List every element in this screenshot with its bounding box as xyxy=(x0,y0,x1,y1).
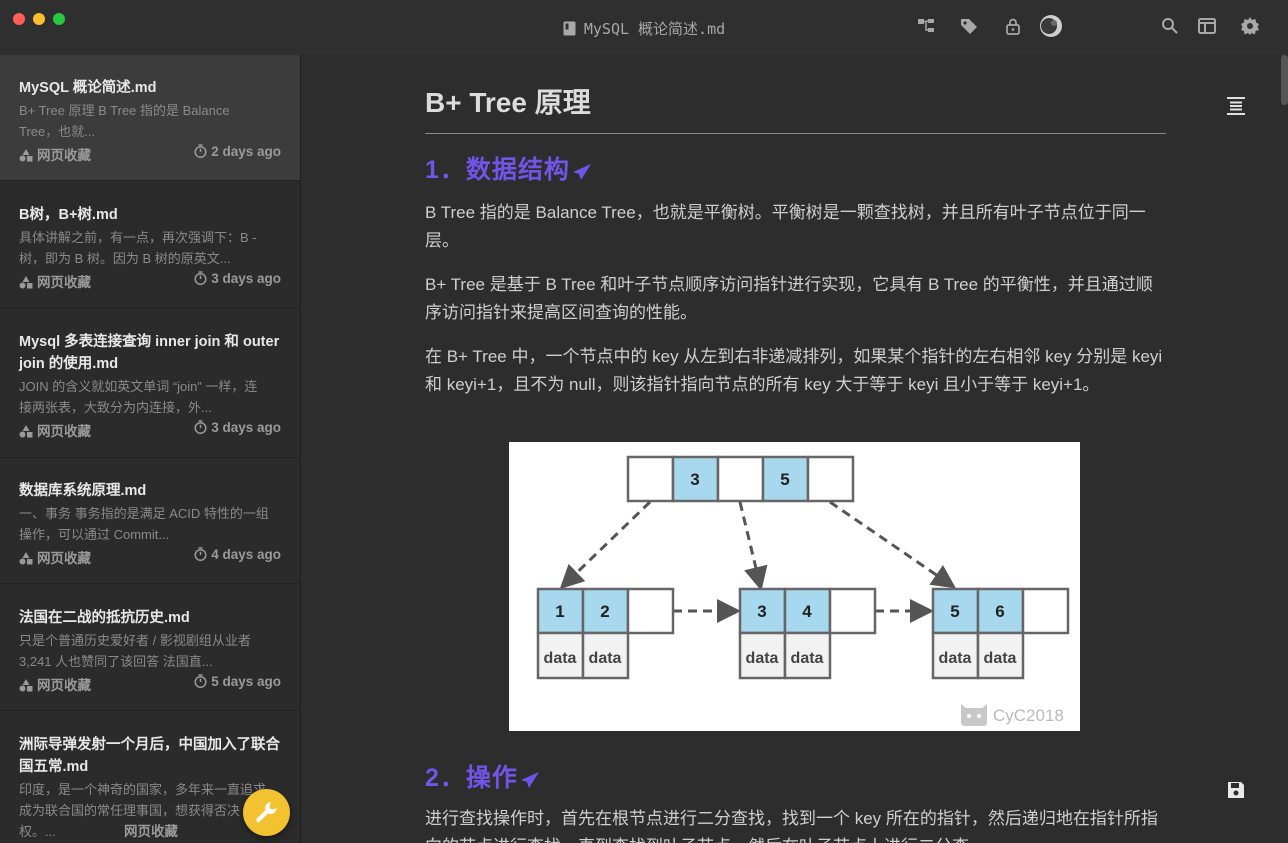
doc-heading: B+ Tree 原理 xyxy=(425,81,1166,134)
bplus-tree-svg: 3 5 1 2 3 4 5 6 data data data data data… xyxy=(536,455,1070,726)
leaf-key: 3 xyxy=(757,602,766,621)
shapes-icon xyxy=(19,552,33,565)
tools-button[interactable] xyxy=(243,789,290,836)
pointer-arrow xyxy=(559,500,652,590)
save-icon[interactable] xyxy=(1226,780,1246,800)
stopwatch-icon xyxy=(194,547,207,562)
note-tag: 网页收藏 xyxy=(19,547,91,567)
bplus-tree-diagram: 3 5 1 2 3 4 5 6 data data data data data… xyxy=(509,442,1080,731)
stopwatch-icon xyxy=(194,674,207,689)
note-tag: 网页收藏 xyxy=(19,271,91,291)
note-time: 2 days ago xyxy=(194,144,281,159)
outline-tree-icon[interactable] xyxy=(916,16,936,36)
note-tag: 网页收藏 xyxy=(19,674,91,694)
paper-plane-icon xyxy=(520,772,539,788)
table-of-contents-icon[interactable] xyxy=(1226,97,1246,115)
note-list-item[interactable]: 数据库系统原理.md 一、事务 事务指的是满足 ACID 特性的一组操作，可以通… xyxy=(0,458,300,584)
pointer-arrow xyxy=(738,501,768,591)
note-excerpt: 只是个普通历史爱好者 / 影视剧组从业者 3,241 人也赞同了该回答 法国直.… xyxy=(19,633,251,669)
lock-icon[interactable] xyxy=(1003,16,1023,36)
note-time: 4 days ago xyxy=(194,547,281,562)
shapes-icon xyxy=(19,149,33,162)
note-tag: 网页收藏 xyxy=(124,824,178,839)
leaf-data-label: data xyxy=(939,650,972,667)
leaf-data-label: data xyxy=(544,650,577,667)
search-icon[interactable] xyxy=(1160,16,1180,36)
note-excerpt: 一、事务 事务指的是满足 ACID 特性的一组操作，可以通过 Commit... xyxy=(19,506,269,542)
note-title: Mysql 多表连接查询 inner join 和 outer join 的使用… xyxy=(19,334,280,372)
paper-plane-icon xyxy=(572,164,591,180)
watermark-text: CyC2018 xyxy=(993,706,1064,725)
leaf-data-label: data xyxy=(984,650,1017,667)
stopwatch-icon xyxy=(194,144,207,159)
note-title: 数据库系统原理.md xyxy=(19,483,147,499)
note-tag: 网页收藏 xyxy=(19,144,91,164)
note-title: B树，B+树.md xyxy=(19,207,118,223)
note-excerpt: B+ Tree 原理 B Tree 指的是 Balance Tree，也就... xyxy=(19,103,230,139)
note-tag: 网页收藏 xyxy=(19,420,91,440)
section-heading: 2．操作 xyxy=(425,758,540,794)
root-key: 3 xyxy=(690,470,699,489)
note-list-item[interactable]: B树，B+树.md 具体讲解之前，有一点，再次强调下：B -树，即为 B 树。因… xyxy=(0,182,300,308)
shapes-icon xyxy=(19,679,33,692)
note-time: 3 days ago xyxy=(194,420,281,435)
wrench-icon xyxy=(256,802,277,823)
stopwatch-icon xyxy=(194,420,207,435)
leaf-data-label: data xyxy=(791,650,824,667)
window-title: MySQL 概论简述.md xyxy=(0,18,1288,39)
editor-pane: B+ Tree 原理 1．数据结构 B Tree 指的是 Balance Tre… xyxy=(301,55,1288,843)
shapes-icon xyxy=(19,425,33,438)
note-excerpt: 具体讲解之前，有一点，再次强调下：B -树，即为 B 树。因为 B 树的原英文.… xyxy=(19,230,257,266)
leaf-data-label: data xyxy=(589,650,622,667)
leaf-data-label: data xyxy=(746,650,779,667)
leaf-key: 6 xyxy=(995,602,1004,621)
tag-icon[interactable] xyxy=(959,16,979,36)
note-list-item[interactable]: Mysql 多表连接查询 inner join 和 outer join 的使用… xyxy=(0,309,300,458)
note-list-item[interactable]: MySQL 概论简述.md B+ Tree 原理 B Tree 指的是 Bala… xyxy=(0,55,300,181)
note-title: MySQL 概论简述.md xyxy=(19,80,157,96)
note-time: 3 days ago xyxy=(194,271,281,286)
gear-icon[interactable] xyxy=(1240,16,1260,36)
leaf-key: 1 xyxy=(555,602,564,621)
leaf-key: 2 xyxy=(600,602,609,621)
root-node xyxy=(626,455,855,503)
section-heading: 1．数据结构 xyxy=(425,150,592,186)
root-key: 5 xyxy=(780,470,789,489)
leaf-key: 4 xyxy=(802,602,812,621)
note-list-item[interactable]: 法国在二战的抵抗历史.md 只是个普通历史爱好者 / 影视剧组从业者 3,241… xyxy=(0,585,300,711)
paragraph: 在 B+ Tree 中，一个节点中的 key 从左到右非递减排列，如果某个指针的… xyxy=(425,347,1163,394)
note-title: 法国在二战的抵抗历史.md xyxy=(19,610,190,626)
note-time: 5 days ago xyxy=(194,674,281,689)
pointer-arrow xyxy=(829,500,956,589)
title-bar: MySQL 概论简述.md xyxy=(0,0,1288,55)
stopwatch-icon xyxy=(194,271,207,286)
github-cat-icon xyxy=(961,704,987,726)
note-excerpt: JOIN 的含义就如英文单词 “join” 一样，连接两张表，大致分为内连接，外… xyxy=(19,379,258,415)
scrollbar-thumb[interactable] xyxy=(1281,55,1288,105)
note-title: 洲际导弹发射一个月后，中国加入了联合国五常.md xyxy=(19,737,280,775)
paragraph: B Tree 指的是 Balance Tree，也就是平衡树。平衡树是一颗查找树… xyxy=(425,203,1146,250)
paragraph: B+ Tree 是基于 B Tree 和叶子节点顺序访问指针进行实现，它具有 B… xyxy=(425,275,1153,322)
note-list-sidebar: MySQL 概论简述.md B+ Tree 原理 B Tree 指的是 Bala… xyxy=(0,55,301,843)
document-icon xyxy=(563,21,576,36)
leaf-key: 5 xyxy=(950,602,959,621)
paragraph: 进行查找操作时，首先在根节点进行二分查找，找到一个 key 所在的指针，然后递归… xyxy=(425,809,1158,843)
avatar[interactable] xyxy=(1039,14,1063,38)
layout-icon[interactable] xyxy=(1197,16,1217,36)
shapes-icon xyxy=(19,276,33,289)
